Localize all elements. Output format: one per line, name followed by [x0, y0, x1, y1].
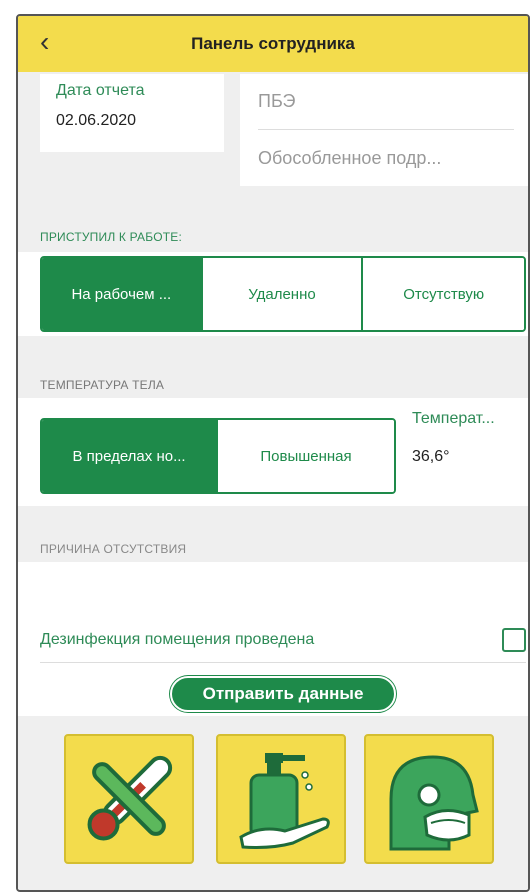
thermometer-icon[interactable]	[64, 734, 194, 864]
icons-area	[18, 716, 528, 890]
temperature-value-field[interactable]: Температ... 36,6°	[412, 410, 495, 466]
report-fields: ПБЭ Обособленное подр...	[240, 74, 528, 186]
work-option-office[interactable]: На рабочем ...	[42, 258, 203, 330]
temperature-section-label: ТЕМПЕРАТУРА ТЕЛА	[40, 378, 165, 392]
temp-option-normal[interactable]: В пределах но...	[42, 420, 219, 492]
work-status-segmented: На рабочем ... Удаленно Отсутствую	[40, 256, 526, 332]
disinfection-label: Дезинфекция помещения проведена	[40, 631, 315, 648]
chevron-left-icon[interactable]: ‹	[40, 28, 49, 56]
submit-button[interactable]: Отправить данные	[170, 676, 396, 712]
work-option-remote[interactable]: Удаленно	[202, 258, 364, 330]
app-frame: ‹ Панель сотрудника Дата отчета 02.06.20…	[16, 14, 530, 892]
header: ‹ Панель сотрудника	[18, 16, 528, 72]
pbe-field[interactable]: ПБЭ	[258, 74, 514, 130]
temp-option-high[interactable]: Повышенная	[218, 420, 394, 492]
temperature-value-label: Температ...	[412, 410, 495, 427]
disinfection-row: Дезинфекция помещения проведена	[40, 628, 526, 652]
subdivision-field[interactable]: Обособленное подр...	[258, 130, 514, 186]
disinfection-checkbox[interactable]	[502, 628, 526, 652]
report-date-value[interactable]: 02.06.2020	[56, 112, 208, 130]
absence-reason-field[interactable]	[18, 562, 528, 614]
report-date-label: Дата отчета	[56, 82, 145, 99]
absence-section-label: ПРИЧИНА ОТСУТСТВИЯ	[40, 542, 187, 556]
face-mask-icon[interactable]	[364, 734, 494, 864]
report-date-card: Дата отчета 02.06.2020	[40, 74, 224, 152]
temperature-value: 36,6°	[412, 448, 450, 465]
work-section-label: ПРИСТУПИЛ К РАБОТЕ:	[40, 230, 183, 244]
sanitizer-icon[interactable]	[216, 734, 346, 864]
divider	[40, 662, 526, 663]
page-title: Панель сотрудника	[191, 34, 355, 53]
temperature-segmented: В пределах но... Повышенная	[40, 418, 396, 494]
work-option-absent[interactable]: Отсутствую	[363, 258, 524, 330]
